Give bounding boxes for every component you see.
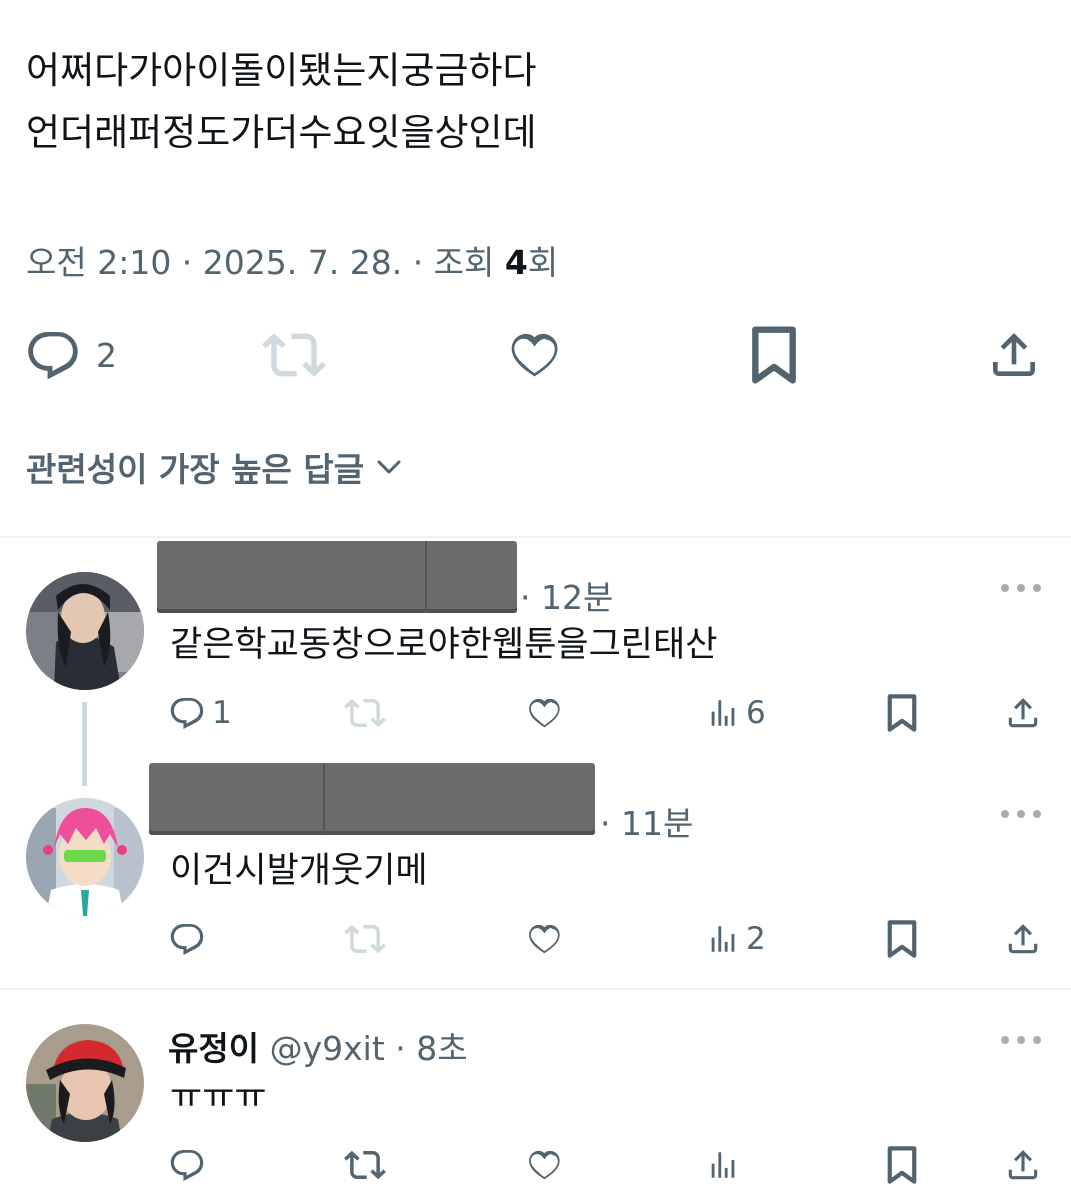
views-button[interactable] — [706, 1140, 740, 1190]
avatar[interactable] — [26, 572, 144, 690]
reply-text: 이건시발개웃기메 — [170, 851, 428, 891]
view-count: 6 — [746, 695, 766, 731]
more-icon[interactable] — [1001, 584, 1041, 596]
heart-icon — [511, 333, 558, 377]
analytics-icon — [711, 700, 735, 726]
more-icon[interactable] — [1001, 810, 1041, 822]
reply-sort-dropdown[interactable]: 관련성이 가장 높은 답글 — [26, 442, 404, 492]
reply-text: 같은학교동창으로야한웹툰을그린태산 — [170, 625, 718, 665]
reply-icon — [170, 697, 204, 729]
censored-username — [149, 763, 595, 835]
bookmark-button[interactable] — [884, 688, 920, 738]
reply-header: 유정이 @y9xit · 8초 — [168, 1022, 468, 1070]
tweet-text: 어쩌다가아이돌이됐는지궁금하다 언더래퍼정도가더수요잇을상인데 — [26, 40, 537, 164]
analytics-icon — [711, 1152, 735, 1178]
sort-label: 관련성이 가장 높은 답글 — [26, 450, 365, 489]
tweet-line-1: 어쩌다가아이돌이됐는지궁금하다 — [26, 49, 537, 92]
reply-button[interactable] — [168, 1140, 206, 1190]
retweet-button[interactable] — [344, 688, 386, 738]
reply-text: ㅠㅠㅠ — [170, 1077, 267, 1117]
retweet-icon — [344, 1150, 386, 1180]
avatar[interactable] — [26, 798, 144, 916]
divider — [0, 988, 1071, 990]
retweet-icon — [344, 924, 386, 954]
reply-time: · 12분 — [520, 578, 614, 617]
bookmark-button[interactable] — [746, 322, 802, 388]
heart-icon — [529, 698, 560, 728]
reply-count: 2 — [96, 335, 117, 375]
user-handle[interactable]: @y9xit — [270, 1029, 385, 1068]
like-button[interactable] — [504, 322, 564, 388]
tweet-line-2: 언더래퍼정도가더수요잇을상인데 — [26, 111, 537, 154]
chevron-down-icon — [374, 452, 404, 482]
retweet-button[interactable] — [262, 322, 326, 388]
views-button[interactable]: 2 — [706, 914, 766, 964]
bookmark-button[interactable] — [884, 1140, 920, 1190]
reply-icon — [28, 332, 78, 380]
tweet-action-bar: 2 — [0, 322, 1071, 388]
bookmark-icon — [887, 920, 917, 958]
reply-action-bar — [0, 1140, 1071, 1190]
reply-icon — [170, 1149, 204, 1181]
reply-button[interactable]: 1 — [168, 688, 232, 738]
display-name[interactable]: 유정이 — [168, 1029, 259, 1068]
view-suffix: 회 — [527, 243, 559, 282]
reply-action-bar: 2 — [0, 914, 1071, 964]
avatar[interactable] — [26, 1024, 144, 1142]
bookmark-button[interactable] — [884, 914, 920, 964]
like-button[interactable] — [524, 914, 564, 964]
like-button[interactable] — [524, 1140, 564, 1190]
divider — [0, 536, 1071, 538]
bookmark-icon — [887, 1146, 917, 1184]
reply-time: · 11분 — [600, 804, 694, 843]
views-button[interactable]: 6 — [706, 688, 766, 738]
share-icon — [1008, 1150, 1038, 1180]
reply-icon — [170, 923, 204, 955]
censored-username — [157, 541, 517, 613]
heart-icon — [529, 924, 560, 954]
reply-button[interactable]: 2 — [24, 322, 117, 388]
tweet-timestamp[interactable]: 오전 2:10 · 2025. 7. 28. · 조회 — [26, 243, 505, 282]
bookmark-icon — [887, 694, 917, 732]
heart-icon — [529, 1150, 560, 1180]
share-button[interactable] — [1004, 1140, 1042, 1190]
share-icon — [993, 333, 1035, 376]
like-button[interactable] — [524, 688, 564, 738]
tweet-metadata: 오전 2:10 · 2025. 7. 28. · 조회 4회 — [26, 236, 558, 284]
reply-button[interactable] — [168, 914, 206, 964]
retweet-icon — [262, 333, 326, 377]
share-button[interactable] — [1004, 914, 1042, 964]
share-icon — [1008, 698, 1038, 728]
reply-action-bar: 1 6 — [0, 688, 1071, 738]
more-icon[interactable] — [1001, 1036, 1041, 1048]
retweet-button[interactable] — [344, 1140, 386, 1190]
retweet-icon — [344, 698, 386, 728]
view-count: 2 — [746, 921, 766, 957]
bookmark-icon — [752, 326, 796, 384]
share-button[interactable] — [986, 322, 1042, 388]
reply-time: · 8초 — [395, 1029, 468, 1068]
share-icon — [1008, 924, 1038, 954]
retweet-button[interactable] — [344, 914, 386, 964]
view-count: 4 — [504, 243, 528, 282]
share-button[interactable] — [1004, 688, 1042, 738]
analytics-icon — [711, 926, 735, 952]
reply-count: 1 — [212, 695, 232, 731]
